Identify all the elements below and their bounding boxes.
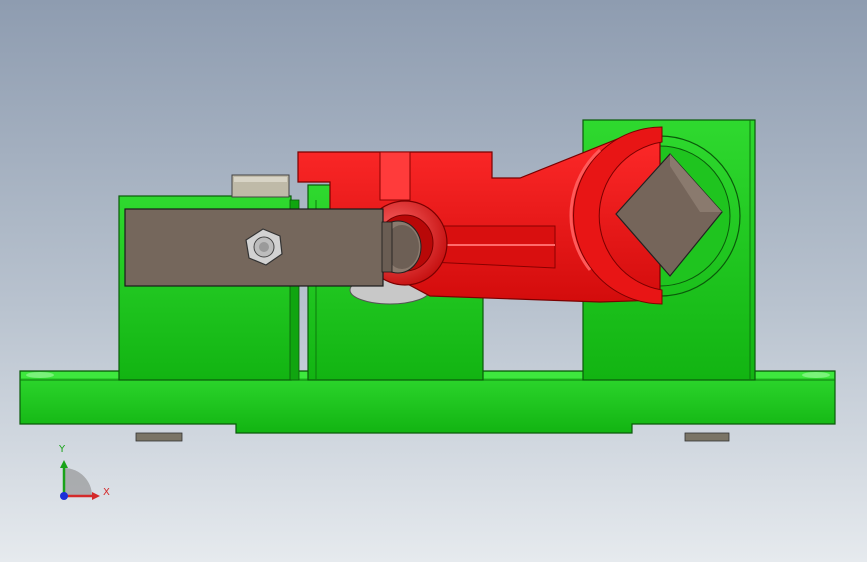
foot-pad-left[interactable] [135, 432, 183, 442]
axis-z-dot-icon [60, 492, 68, 500]
orientation-triad [60, 460, 100, 500]
foot-pad-right[interactable] [684, 432, 730, 442]
model-scene[interactable] [0, 0, 867, 562]
axis-y-label: Y [59, 444, 66, 455]
stop-block[interactable] [231, 174, 290, 198]
axis-x-label: X [103, 487, 110, 498]
triad-quadrant-icon [64, 468, 92, 496]
graphics-viewport[interactable]: Y X [0, 0, 867, 562]
